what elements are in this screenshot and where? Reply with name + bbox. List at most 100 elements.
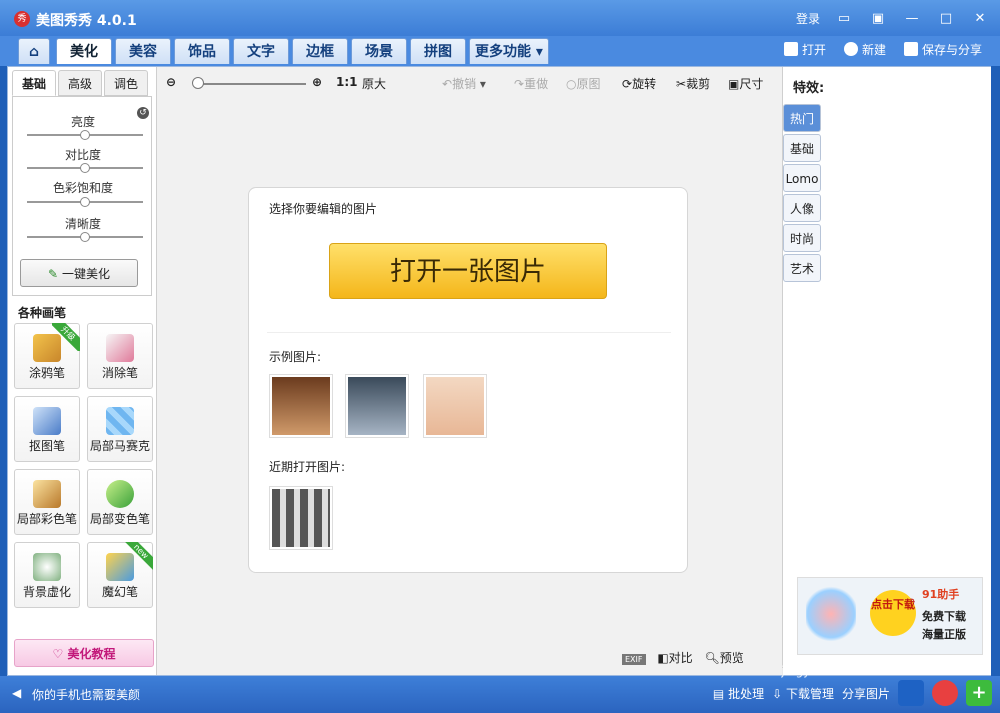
skin-icon[interactable]: ▣ (868, 11, 888, 27)
new-badge-text: new (125, 542, 153, 570)
share-pic-button[interactable]: 分享图片 (842, 685, 890, 702)
open-button[interactable]: 打开 (783, 41, 826, 58)
fx-tab-fashion[interactable]: 时尚 (783, 224, 821, 252)
undo-label: 撤销 (452, 77, 477, 91)
sharpness-knob[interactable] (80, 232, 90, 242)
tab-text[interactable]: 文字 (233, 38, 289, 64)
open-image-button[interactable]: 打开一张图片 (329, 243, 607, 299)
zoom-slider[interactable] (194, 83, 306, 85)
zoom-ratio[interactable]: 1:1 (336, 75, 358, 89)
compare-button[interactable]: ◧对比 (657, 651, 692, 665)
ad-click-download[interactable]: 点击下载 (870, 590, 916, 636)
undo-dropdown-icon[interactable]: ▾ (480, 77, 486, 91)
crop-label: 裁剪 (686, 77, 711, 91)
chevron-down-icon: ▾ (535, 44, 543, 60)
tool-label: 局部马赛克 (89, 439, 150, 453)
zoom-in-icon[interactable]: ⊕ (312, 75, 322, 89)
tool-background-blur[interactable]: 背景虚化 (14, 542, 80, 608)
one-key-beautify-button[interactable]: ✎ 一键美化 (20, 259, 138, 287)
ad-banner[interactable]: 点击下载 91助手 免费下载 海量正版 (797, 577, 983, 655)
preview-button[interactable]: 🔍︎预览 (705, 651, 744, 665)
close-button[interactable]: ✕ (970, 11, 990, 27)
subtab-color[interactable]: 调色 (104, 70, 148, 96)
zoom-knob[interactable] (192, 77, 204, 89)
tool-label: 局部彩色笔 (16, 512, 77, 526)
star-app-icon[interactable] (898, 680, 924, 706)
recent-image-1[interactable] (269, 486, 333, 550)
beautify-tutorial-button[interactable]: ♡ 美化教程 (14, 639, 154, 667)
tool-local-recolor-brush[interactable]: 局部变色笔 (87, 469, 153, 535)
fx-tab-lomo[interactable]: Lomo (783, 164, 821, 192)
fx-tab-hot[interactable]: 热门 (783, 104, 821, 132)
color-brush-icon (33, 480, 61, 508)
fx-tab-basic[interactable]: 基础 (783, 134, 821, 162)
example-image-3[interactable] (423, 374, 487, 438)
tab-more-features[interactable]: 更多功能 ▾ (469, 38, 549, 64)
mosaic-icon (106, 407, 134, 435)
add-icon[interactable]: + (966, 680, 992, 706)
feedback-icon[interactable]: ▭ (834, 11, 854, 27)
weibo-icon[interactable] (932, 680, 958, 706)
minimize-button[interactable]: — (902, 11, 922, 27)
examples-label: 示例图片: (269, 350, 322, 364)
rotate-button[interactable]: ⟳旋转 (622, 75, 656, 92)
original-size-button[interactable]: 原大 (362, 75, 386, 92)
subtab-basic[interactable]: 基础 (12, 70, 56, 96)
size-button[interactable]: ▣尺寸 (728, 75, 763, 92)
brightness-knob[interactable] (80, 130, 90, 140)
ad-text-1: 免费下载 (922, 610, 966, 623)
status-message[interactable]: 你的手机也需要美颜 (32, 686, 140, 703)
download-manage-button[interactable]: ⇩ 下载管理 (772, 685, 834, 702)
zoom-out-icon[interactable]: ⊖ (166, 75, 176, 89)
tab-beautify[interactable]: 美化 (56, 38, 112, 64)
save-share-button[interactable]: 保存与分享 (903, 41, 982, 58)
tool-eraser[interactable]: 消除笔 (87, 323, 153, 389)
fx-tab-art[interactable]: 艺术 (783, 254, 821, 282)
home-tab[interactable]: ⌂ (18, 38, 50, 64)
maximize-button[interactable]: □ (936, 11, 956, 27)
contrast-knob[interactable] (80, 163, 90, 173)
paint-bucket-icon (106, 480, 134, 508)
fx-tab-portrait[interactable]: 人像 (783, 194, 821, 222)
original-button[interactable]: ○原图 (566, 75, 601, 92)
tab-collage[interactable]: 拼图 (410, 38, 466, 64)
folder-icon (783, 42, 798, 56)
subtab-advanced[interactable]: 高级 (58, 70, 102, 96)
wand-icon: ✎ (48, 267, 59, 281)
new-button[interactable]: 新建 (843, 41, 886, 58)
effects-title: 特效: (793, 81, 825, 96)
tool-local-color-brush[interactable]: 局部彩色笔 (14, 469, 80, 535)
example-image-1[interactable] (269, 374, 333, 438)
save-icon (903, 42, 918, 56)
tab-frame[interactable]: 边框 (292, 38, 348, 64)
upgrade-badge: 升级 (52, 323, 80, 351)
redo-button[interactable]: ↷重做 (514, 75, 548, 92)
select-image-prompt: 选择你要编辑的图片 (269, 202, 378, 216)
tool-local-mosaic[interactable]: 局部马赛克 (87, 396, 153, 462)
redo-icon: ↷ (514, 77, 525, 91)
workspace: 基础 高级 调色 ↺ 亮度 对比度 色彩饱和度 清晰度 ✎ 一键美化 各种画笔 … (7, 66, 991, 676)
batch-button[interactable]: ▤ 批处理 (713, 685, 764, 702)
compare-icon: ◧ (657, 651, 669, 665)
login-link[interactable]: 登录 (796, 10, 820, 27)
batch-icon: ▤ (712, 686, 725, 701)
status-bar: ◀ 你的手机也需要美颜 ▤ 批处理 ⇩ 下载管理 分享图片 + (0, 676, 1000, 713)
tab-scene[interactable]: 场景 (351, 38, 407, 64)
tab-accessories[interactable]: 饰品 (174, 38, 230, 64)
watermark-text: jingyan.baidu.com (781, 664, 892, 678)
recent-label: 近期打开图片: (269, 460, 346, 474)
new-label: 新建 (861, 43, 886, 57)
home-icon: ⌂ (28, 44, 40, 60)
saturation-knob[interactable] (80, 197, 90, 207)
preview-label: 预览 (719, 651, 744, 665)
exif-button[interactable]: EXIF (622, 654, 646, 665)
tool-cutout-brush[interactable]: 抠图笔 (14, 396, 80, 462)
crop-button[interactable]: ✂裁剪 (676, 75, 710, 92)
tab-beauty[interactable]: 美容 (115, 38, 171, 64)
original-icon: ○ (566, 77, 577, 91)
tool-magic-brush[interactable]: 魔幻笔 new (87, 542, 153, 608)
saturation-label: 色彩饱和度 (52, 181, 113, 195)
tool-doodle-brush[interactable]: 涂鸦笔 升级 (14, 323, 80, 389)
undo-button[interactable]: ↶撤销 ▾ (442, 75, 486, 92)
example-image-2[interactable] (345, 374, 409, 438)
